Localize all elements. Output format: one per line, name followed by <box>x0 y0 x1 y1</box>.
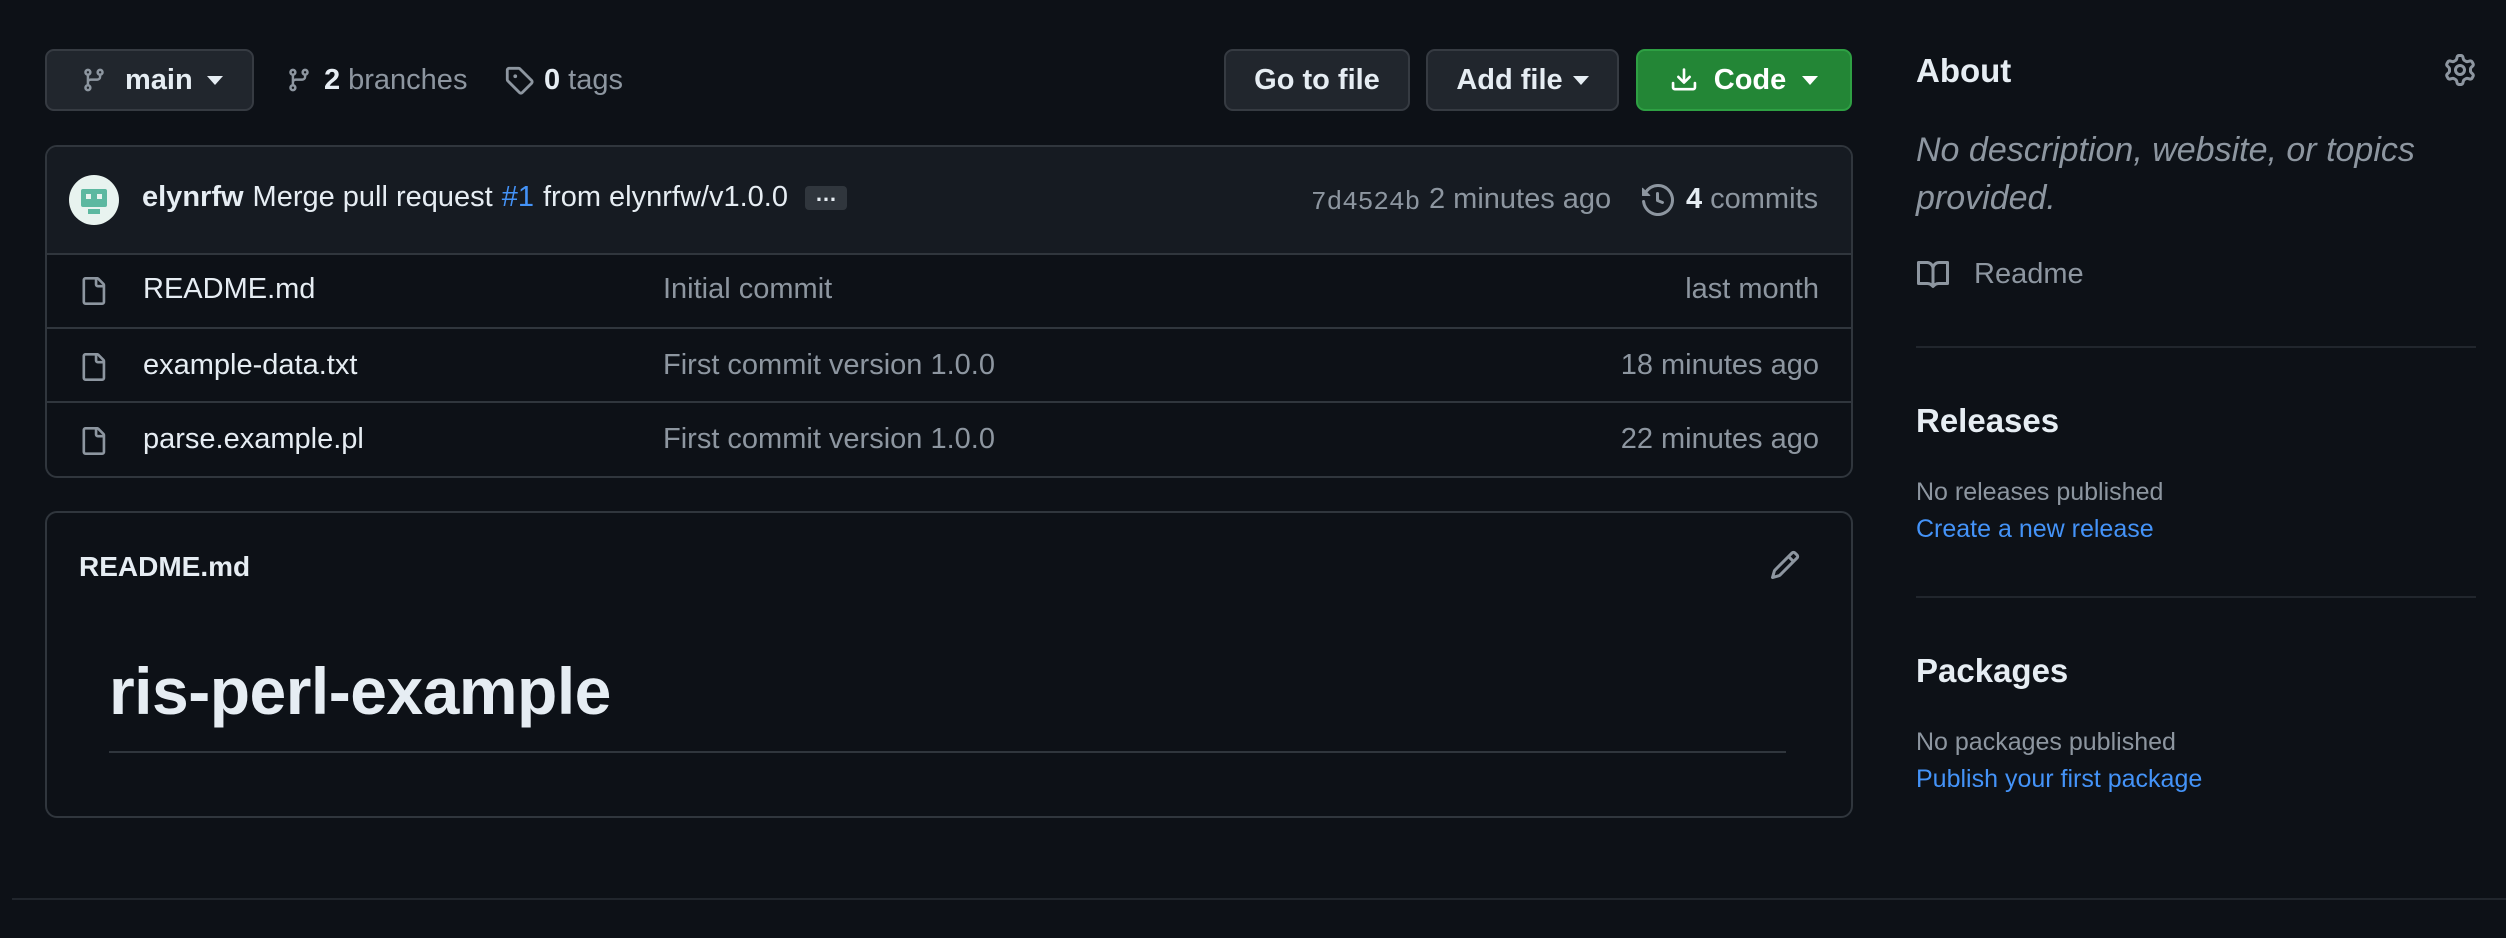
publish-package-link[interactable]: Publish your first package <box>1916 765 2202 794</box>
pencil-icon[interactable] <box>1769 549 1801 581</box>
commits-link[interactable]: 4 commits <box>1642 183 1818 216</box>
commit-message-suffix[interactable]: from elynrfw/v1.0.0 <box>543 181 788 214</box>
file-list: README.md Initial commit last month exam… <box>47 253 1851 476</box>
branch-name: main <box>125 63 193 96</box>
gear-icon[interactable] <box>2444 54 2476 86</box>
file-commit-time: 22 minutes ago <box>1620 423 1819 455</box>
readme-link[interactable]: Readme <box>1916 258 2084 291</box>
expand-commit-button[interactable]: … <box>804 182 847 210</box>
releases-empty-text: No releases published <box>1916 478 2164 506</box>
chevron-down-icon <box>206 75 223 85</box>
releases-title[interactable]: Releases <box>1916 402 2059 440</box>
branches-label: branches <box>348 63 468 96</box>
table-row[interactable]: parse.example.pl First commit version 1.… <box>47 401 1851 477</box>
branches-count: 2 <box>324 63 341 96</box>
branch-icon <box>81 65 107 95</box>
about-description: No description, website, or topics provi… <box>1916 131 2415 217</box>
page-divider <box>12 898 2506 900</box>
commits-count: 4 <box>1686 183 1703 215</box>
file-name-link[interactable]: README.md <box>143 273 315 306</box>
readme-filename[interactable]: README.md <box>79 551 250 583</box>
pull-request-link[interactable]: #1 <box>502 181 534 214</box>
file-commit-time: 18 minutes ago <box>1620 349 1819 381</box>
readme-heading: ris-perl-example <box>109 654 611 728</box>
heading-divider <box>109 751 1786 753</box>
commit-author[interactable]: elynrfw <box>142 181 244 214</box>
create-release-link[interactable]: Create a new release <box>1916 515 2154 544</box>
file-name-link[interactable]: example-data.txt <box>143 349 357 382</box>
download-icon <box>1670 66 1698 94</box>
commit-time: 2 minutes ago <box>1429 183 1612 215</box>
file-commit-message[interactable]: First commit version 1.0.0 <box>663 423 995 456</box>
table-row[interactable]: example-data.txt First commit version 1.… <box>47 327 1851 403</box>
about-title: About <box>1916 52 2012 89</box>
sidebar-divider <box>1916 596 2476 598</box>
sidebar-divider <box>1916 346 2476 348</box>
chevron-down-icon <box>1802 75 1819 85</box>
readme-panel: README.md ris-perl-example <box>45 511 1853 818</box>
book-icon <box>1916 259 1950 291</box>
file-icon <box>79 351 107 383</box>
add-file-label: Add file <box>1456 63 1563 96</box>
branch-icon <box>286 65 312 95</box>
tags-count: 0 <box>544 63 561 96</box>
commit-message[interactable]: Merge pull request <box>253 181 493 214</box>
code-button[interactable]: Code <box>1636 49 1852 111</box>
file-table: elynrfw Merge pull request #1 from elynr… <box>45 145 1853 478</box>
packages-empty-text: No packages published <box>1916 728 2176 756</box>
commit-summary: elynrfw Merge pull request #1 from elynr… <box>142 181 847 214</box>
file-commit-message[interactable]: First commit version 1.0.0 <box>663 349 995 382</box>
file-commit-message[interactable]: Initial commit <box>663 273 832 306</box>
commits-label: commits <box>1710 183 1819 215</box>
file-name-link[interactable]: parse.example.pl <box>143 423 364 456</box>
branches-link[interactable]: 2 branches <box>286 59 467 101</box>
file-commit-time: last month <box>1685 273 1819 305</box>
table-row[interactable]: README.md Initial commit last month <box>47 253 1851 327</box>
code-label: Code <box>1713 63 1787 96</box>
avatar[interactable] <box>69 175 119 225</box>
packages-title[interactable]: Packages <box>1916 652 2068 690</box>
branch-select-button[interactable]: main <box>45 49 254 111</box>
tags-label: tags <box>568 63 623 96</box>
readme-link-label: Readme <box>1974 258 2084 290</box>
commit-sha[interactable]: 7d4524b <box>1311 187 1420 217</box>
add-file-button[interactable]: Add file <box>1426 49 1619 111</box>
file-icon <box>79 425 107 457</box>
latest-commit-bar: elynrfw Merge pull request #1 from elynr… <box>47 147 1851 255</box>
chevron-down-icon <box>1572 75 1589 85</box>
file-icon <box>79 275 107 307</box>
tags-link[interactable]: 0 tags <box>504 59 623 101</box>
go-to-file-button[interactable]: Go to file <box>1224 49 1410 111</box>
go-to-file-label: Go to file <box>1254 63 1380 96</box>
tag-icon <box>504 65 534 95</box>
history-icon <box>1642 183 1674 216</box>
